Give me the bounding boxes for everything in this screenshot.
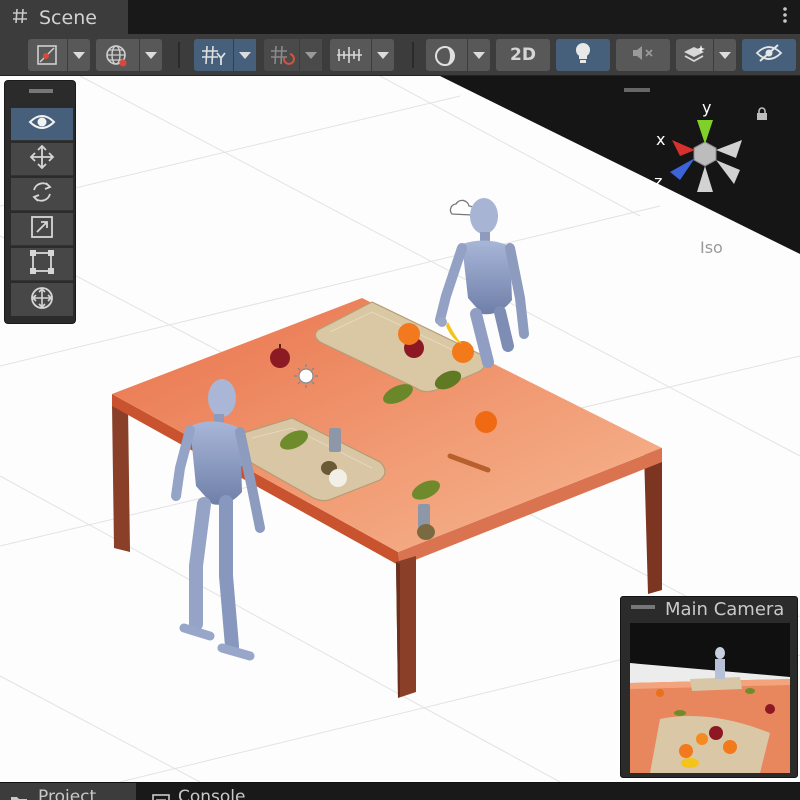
chevron-down-icon[interactable]: [371, 39, 394, 71]
global-local-button[interactable]: [96, 39, 162, 71]
rect-transform-icon: [29, 249, 55, 279]
chevron-down-icon[interactable]: [139, 39, 162, 71]
toolbar-separator: [178, 42, 180, 68]
eye-icon: [28, 112, 56, 136]
scene-tab[interactable]: Scene: [0, 0, 128, 34]
toggle-2d-label: 2D: [510, 45, 536, 65]
ruler-button[interactable]: [330, 39, 394, 71]
effects-button[interactable]: [676, 39, 736, 71]
layers-icon: [682, 44, 706, 70]
kebab-menu-icon[interactable]: [782, 5, 788, 31]
z-axis-label: z: [654, 172, 663, 191]
project-tab-label: Project: [38, 787, 97, 800]
grid-y-icon: [201, 44, 227, 70]
apple-1: [270, 348, 290, 368]
glass-1: [329, 428, 341, 452]
tab-bar: Scene: [0, 0, 800, 34]
console-icon: [152, 789, 170, 800]
mute-icon: [631, 43, 655, 67]
scale-tool[interactable]: [11, 213, 73, 246]
audio-button[interactable]: [616, 39, 670, 71]
overlay-grip-handle[interactable]: [631, 605, 655, 609]
lighting-button[interactable]: [556, 39, 610, 71]
onion-2: [417, 524, 435, 540]
tools-overlay: [4, 80, 76, 324]
chevron-down-icon[interactable]: [233, 39, 256, 71]
camera-preview-overlay: Main Camera: [620, 596, 798, 778]
scale-icon: [29, 214, 55, 244]
y-axis-label: y: [702, 98, 712, 117]
scene-tab-label: Scene: [39, 7, 97, 29]
ruler-icon: [336, 45, 364, 69]
folder-icon: [10, 789, 28, 800]
visibility-button[interactable]: [742, 39, 796, 71]
table-leg-left: [112, 404, 130, 552]
orange-3: [475, 411, 497, 433]
hash-grid-icon: [11, 7, 31, 30]
rotate-icon: [28, 178, 56, 210]
shaded-draw-icon: [36, 44, 58, 70]
orange-2: [452, 341, 474, 363]
scene-toolbar: 2D: [0, 34, 800, 76]
draw-mode-button[interactable]: [28, 39, 90, 71]
orientation-gizmo[interactable]: y x z: [610, 86, 770, 266]
sphere-icon: [433, 44, 457, 72]
globe-icon: [105, 44, 129, 72]
transform-tool[interactable]: [11, 283, 73, 316]
camera-preview-view: [630, 623, 790, 773]
toolbar-separator: [412, 42, 414, 68]
view-tool[interactable]: [11, 108, 73, 141]
gizmo-grip-handle[interactable]: [624, 88, 650, 92]
orange-1: [398, 323, 420, 345]
egg: [329, 469, 347, 487]
chevron-down-icon[interactable]: [299, 39, 322, 71]
hidden-eye-icon: [755, 43, 783, 67]
x-axis-label: x: [656, 130, 666, 149]
z-axis-cone[interactable]: [670, 158, 695, 180]
snap-grid-icon: [270, 44, 296, 70]
camera-preview-title: Main Camera: [665, 599, 785, 620]
bottom-tab-bar: Project Console: [0, 782, 800, 800]
snap-increment-button[interactable]: [264, 39, 322, 71]
y-axis-cone[interactable]: [697, 120, 713, 144]
move-arrows-icon: [28, 143, 56, 175]
chevron-down-icon[interactable]: [713, 39, 736, 71]
move-tool[interactable]: [11, 143, 73, 176]
overlay-grip-handle[interactable]: [29, 89, 53, 93]
rect-tool[interactable]: [11, 248, 73, 281]
project-tab[interactable]: Project: [0, 783, 136, 800]
x-axis-cone[interactable]: [672, 140, 695, 156]
chevron-down-icon[interactable]: [67, 39, 90, 71]
toggle-2d-button[interactable]: 2D: [496, 39, 550, 71]
transform-icon: [28, 284, 56, 316]
rotate-tool[interactable]: [11, 178, 73, 211]
shading-button[interactable]: [426, 39, 490, 71]
console-tab-label: Console: [178, 787, 246, 800]
lightbulb-icon: [573, 41, 593, 69]
console-tab[interactable]: Console: [146, 783, 276, 800]
projection-label[interactable]: Iso: [700, 238, 723, 257]
grid-snap-button[interactable]: [194, 39, 256, 71]
chevron-down-icon[interactable]: [467, 39, 490, 71]
scene-editor-window: Scene 2D y x z Iso Main Camera Project C…: [0, 0, 800, 800]
